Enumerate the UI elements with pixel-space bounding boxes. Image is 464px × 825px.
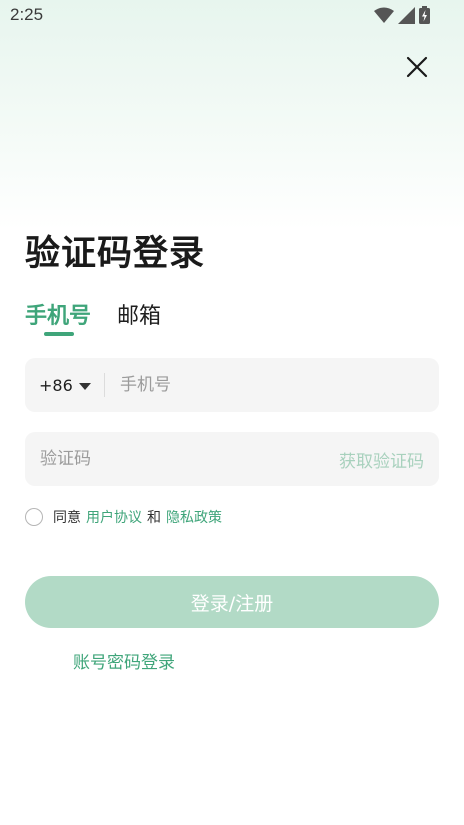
wifi-icon [374, 7, 394, 24]
tab-email[interactable]: 邮箱 [117, 298, 161, 330]
agreement-conjunction: 和 [147, 510, 161, 526]
close-button[interactable] [402, 54, 432, 84]
get-code-button[interactable]: 获取验证码 [339, 432, 424, 486]
page-title: 验证码登录 [25, 234, 206, 274]
privacy-policy-link[interactable]: 隐私政策 [166, 507, 222, 527]
battery-charging-icon [419, 6, 430, 24]
login-method-tabs: 手机号 邮箱 [25, 298, 161, 336]
close-icon [406, 56, 428, 82]
password-login-link[interactable]: 账号密码登录 [73, 648, 175, 673]
tab-phone-label: 手机号 [25, 304, 92, 329]
status-bar: 2:25 [0, 0, 464, 32]
user-agreement-link[interactable]: 用户协议 [86, 507, 142, 527]
status-icons [374, 6, 430, 24]
phone-input[interactable] [120, 358, 425, 412]
field-divider [104, 373, 105, 397]
login-register-button[interactable]: 登录/注册 [25, 576, 439, 628]
country-code-select[interactable]: +86 [39, 358, 91, 412]
tab-phone[interactable]: 手机号 [25, 298, 92, 336]
status-time: 2:25 [10, 5, 44, 24]
country-code-value: +86 [39, 375, 73, 395]
verification-code-field: 获取验证码 [25, 432, 439, 486]
phone-field: +86 [25, 358, 439, 412]
cellular-signal-icon [398, 6, 415, 24]
caret-down-icon [78, 376, 91, 395]
active-tab-indicator [44, 332, 74, 336]
agreement-checkbox[interactable] [25, 508, 43, 526]
verification-code-input[interactable] [40, 432, 320, 486]
agreement-prefix: 同意 [53, 510, 81, 526]
agreement-row: 同意 用户协议 和 隐私政策 [25, 507, 227, 527]
tab-email-label: 邮箱 [117, 304, 162, 329]
